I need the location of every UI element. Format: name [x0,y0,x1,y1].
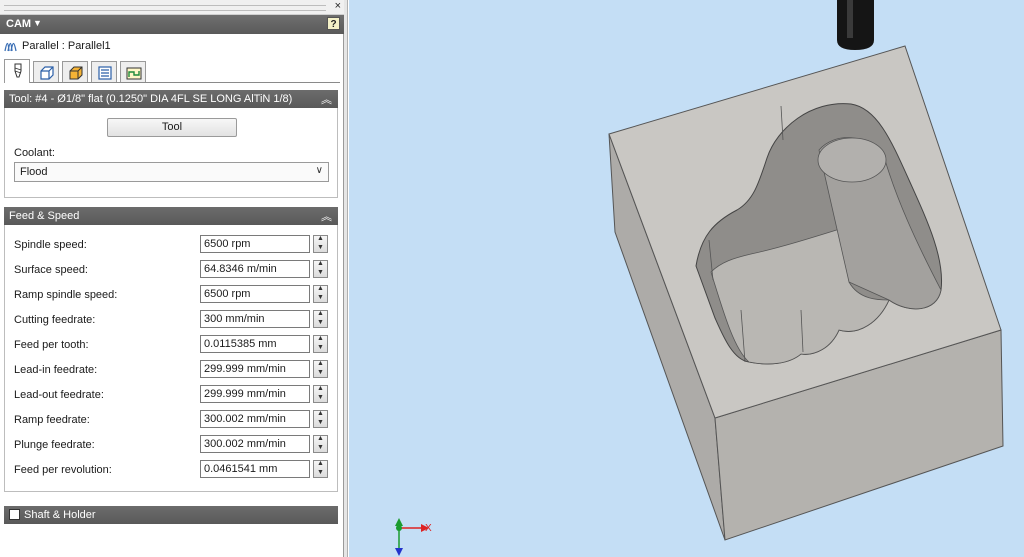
tool-section-body: Tool Coolant: Flood ∨ [4,108,338,198]
3d-viewport[interactable]: X [349,0,1024,557]
cutting-feedrate-row: Cutting feedrate: 300 mm/min ▲ ▼ [14,310,332,330]
feed-per-tooth-row: Feed per tooth: 0.0115385 mm ▲ ▼ [14,335,332,355]
collapse-icon[interactable]: ︽ [321,91,332,107]
feed-section-title: Feed & Speed [9,210,80,222]
panel-tabs [4,59,340,83]
field-label: Surface speed: [14,264,88,276]
help-button[interactable]: ? [327,17,340,30]
feed-section-body: Spindle speed: 6500 rpm ▲ ▼ Surface speed… [4,225,338,492]
spin-button[interactable]: ▲ ▼ [313,235,328,253]
panel-title: CAM [6,18,32,30]
tool-section-header[interactable]: Tool: #4 - Ø1/8" flat (0.1250" DIA 4FL S… [4,90,338,108]
spin-button[interactable]: ▲ ▼ [313,285,328,303]
axis-x-label: X [425,523,432,534]
spin-button[interactable]: ▲ ▼ [313,260,328,278]
surface-speed-row: Surface speed: 64.8346 m/min ▲ ▼ [14,260,332,280]
tool-highlight [847,0,853,38]
lead-in-feedrate-input[interactable]: 299.999 mm/min [200,360,310,378]
ramp-feedrate-input[interactable]: 300.002 mm/min [200,410,310,428]
cutting-tool [837,0,874,50]
lead-in-feedrate-row: Lead-in feedrate: 299.999 mm/min ▲ ▼ [14,360,332,380]
field-label: Lead-in feedrate: [14,364,98,376]
tool-icon [14,63,22,78]
coolant-select[interactable]: Flood ∨ [14,162,329,182]
coolant-label: Coolant: [14,147,55,159]
collapse-icon[interactable]: ︽ [321,208,332,224]
plunge-feedrate-input[interactable]: 300.002 mm/min [200,435,310,453]
feed-per-tooth-input[interactable]: 0.0115385 mm [200,335,310,353]
shaft-holder-title: Shaft & Holder [24,509,96,521]
axis-triad: X [395,518,432,556]
spin-button[interactable]: ▲ ▼ [313,460,328,478]
passes-icon [98,66,112,80]
feed-per-revolution-input[interactable]: 0.0461541 mm [200,460,310,478]
spin-button[interactable]: ▲ ▼ [313,335,328,353]
panel-title-bar[interactable]: CAM ▼ ? [0,15,344,34]
coolant-value: Flood [20,166,48,178]
ramp-spindle-speed-input[interactable]: 6500 rpm [200,285,310,303]
plunge-feedrate-row: Plunge feedrate: 300.002 mm/min ▲ ▼ [14,435,332,455]
ramp-feedrate-row: Ramp feedrate: 300.002 mm/min ▲ ▼ [14,410,332,430]
viewport-canvas[interactable]: X [349,0,1024,557]
field-label: Ramp feedrate: [14,414,90,426]
heights-icon [69,66,83,80]
spin-button[interactable]: ▲ ▼ [313,435,328,453]
surface-speed-input[interactable]: 64.8346 m/min [200,260,310,278]
feed-per-revolution-row: Feed per revolution: 0.0461541 mm ▲ ▼ [14,460,332,480]
field-label: Feed per tooth: [14,339,89,351]
field-label: Feed per revolution: [14,464,112,476]
field-label: Lead-out feedrate: [14,389,104,401]
grip-lines [4,5,326,11]
spin-button[interactable]: ▲ ▼ [313,385,328,403]
spin-button[interactable]: ▲ ▼ [313,360,328,378]
passes-tab[interactable] [91,61,117,82]
operation-name: Parallel : Parallel1 [22,40,111,52]
field-label: Ramp spindle speed: [14,289,118,301]
close-icon[interactable]: × [335,0,341,12]
heights-tab[interactable] [62,61,88,82]
slot-round-end [817,137,887,183]
chevron-down-icon: ∨ [315,165,323,176]
tool-section-title: Tool: #4 - Ø1/8" flat (0.1250" DIA 4FL S… [9,93,293,105]
parallel-operation-icon [4,42,17,52]
spin-button[interactable]: ▲ ▼ [313,310,328,328]
spindle-speed-input[interactable]: 6500 rpm [200,235,310,253]
field-label: Cutting feedrate: [14,314,96,326]
field-label: Spindle speed: [14,239,87,251]
lead-out-feedrate-row: Lead-out feedrate: 299.999 mm/min ▲ ▼ [14,385,332,405]
feed-section-header[interactable]: Feed & Speed ︽ [4,207,338,225]
field-label: Plunge feedrate: [14,439,95,451]
geometry-tab[interactable] [33,61,59,82]
spin-button[interactable]: ▲ ▼ [313,410,328,428]
spindle-speed-row: Spindle speed: 6500 rpm ▲ ▼ [14,235,332,255]
shaft-holder-checkbox[interactable] [9,509,20,520]
cam-panel: × CAM ▼ ? Parallel : Parallel1 Tool: #4 … [0,0,344,557]
geometry-icon [40,66,54,80]
panel-splitter[interactable] [344,0,348,557]
chevron-down-icon[interactable]: ▼ [33,18,42,28]
shaft-holder-header[interactable]: Shaft & Holder [4,506,338,524]
tool-button[interactable]: Tool [107,118,237,137]
panel-grip-bar[interactable]: × [0,0,344,15]
ramp-spindle-speed-row: Ramp spindle speed: 6500 rpm ▲ ▼ [14,285,332,305]
tool-tab[interactable] [4,59,30,83]
linking-icon [126,67,142,80]
cutting-feedrate-input[interactable]: 300 mm/min [200,310,310,328]
linking-tab[interactable] [120,61,146,82]
lead-out-feedrate-input[interactable]: 299.999 mm/min [200,385,310,403]
